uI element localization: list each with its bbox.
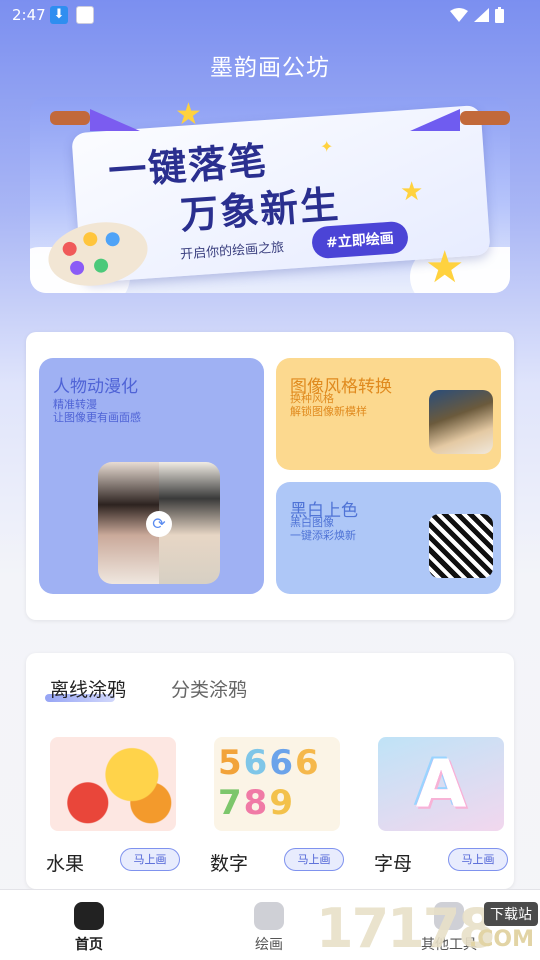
feature-desc-line: 让图像更有画面感 bbox=[53, 411, 141, 424]
feature-desc-line: 换种风格 bbox=[290, 392, 334, 405]
watermark-domain: .COM bbox=[468, 927, 534, 952]
watermark-number: 17178 bbox=[316, 897, 496, 960]
doodle-card-letter[interactable]: A 字母 马上画 bbox=[374, 737, 508, 875]
feature-desc-line: 解锁图像新模样 bbox=[290, 405, 367, 418]
feature-desc-line: 精准转漫 bbox=[53, 398, 97, 411]
paintbrush-right-icon bbox=[410, 109, 510, 131]
feature-card-anime[interactable]: 人物动漫化 精准转漫 让图像更有画面感 ⟳ bbox=[39, 358, 264, 594]
app-notification-icon bbox=[76, 6, 94, 24]
letter-thumbnail: A bbox=[378, 737, 504, 831]
tab-offline-doodle[interactable]: 离线涂鸦 bbox=[50, 675, 126, 702]
feature-desc-line: 一键添彩焕新 bbox=[290, 529, 356, 542]
nav-label: 绘画 bbox=[255, 937, 283, 953]
star-icon: ★ bbox=[175, 97, 202, 132]
feature-panel: 人物动漫化 精准转漫 让图像更有画面感 ⟳ 图像风格转换 换种风格 解锁图像新模… bbox=[26, 332, 514, 620]
card-title: 数字 bbox=[210, 853, 249, 875]
tab-category-doodle[interactable]: 分类涂鸦 bbox=[171, 675, 247, 702]
nav-home[interactable]: 首页 bbox=[29, 890, 149, 960]
download-icon: ⬇ bbox=[50, 6, 68, 24]
swap-icon: ⟳ bbox=[146, 511, 172, 537]
doodle-section: 离线涂鸦 分类涂鸦 水果 马上画 5666 789 数字 马上画 A 字母 马上… bbox=[26, 653, 514, 889]
style-sample-image bbox=[429, 390, 493, 454]
home-icon bbox=[74, 902, 104, 930]
app-title: 墨韵画公坊 bbox=[210, 55, 330, 81]
status-bar: 2:47 ⬇ bbox=[0, 0, 540, 30]
status-time: 2:47 bbox=[12, 6, 46, 24]
promo-banner[interactable]: 一键落笔 万象新生 开启你的绘画之旅 #立即绘画 ★ ★ ★ ✦ bbox=[30, 97, 510, 293]
site-watermark: 17178 下载站 .COM bbox=[316, 897, 540, 960]
draw-now-button[interactable]: 马上画 bbox=[448, 848, 508, 871]
nav-label: 首页 bbox=[75, 937, 103, 953]
briefcase-icon bbox=[254, 902, 284, 930]
watermark-tag: 下载站 bbox=[484, 902, 538, 926]
feature-title: 人物动漫化 bbox=[53, 377, 138, 397]
card-title: 字母 bbox=[374, 853, 413, 875]
battery-icon bbox=[495, 7, 504, 23]
number-thumbnail: 5666 789 bbox=[214, 737, 340, 831]
fruit-thumbnail bbox=[50, 737, 176, 831]
nav-draw[interactable]: 绘画 bbox=[209, 890, 329, 960]
draw-now-button[interactable]: 马上画 bbox=[120, 848, 180, 871]
star-icon: ★ bbox=[400, 177, 424, 207]
bw-sample-image bbox=[429, 514, 493, 578]
star-icon: ★ bbox=[425, 242, 465, 293]
draw-now-button[interactable]: 马上画 bbox=[284, 848, 344, 871]
feature-card-colorize[interactable]: 黑白上色 黑白图像 一键添彩焕新 bbox=[276, 482, 501, 594]
anime-comparison-image: ⟳ bbox=[98, 462, 220, 584]
card-title: 水果 bbox=[46, 853, 85, 875]
feature-card-style-transfer[interactable]: 图像风格转换 换种风格 解锁图像新模样 bbox=[276, 358, 501, 470]
feature-desc-line: 黑白图像 bbox=[290, 516, 334, 529]
star-icon: ✦ bbox=[320, 137, 334, 156]
doodle-card-number[interactable]: 5666 789 数字 马上画 bbox=[210, 737, 344, 875]
paintbrush-left-icon bbox=[50, 109, 140, 131]
banner-draw-now-button[interactable]: #立即绘画 bbox=[311, 220, 409, 260]
signal-icon bbox=[474, 8, 489, 22]
doodle-card-fruit[interactable]: 水果 马上画 bbox=[46, 737, 180, 875]
wifi-icon bbox=[450, 8, 468, 22]
